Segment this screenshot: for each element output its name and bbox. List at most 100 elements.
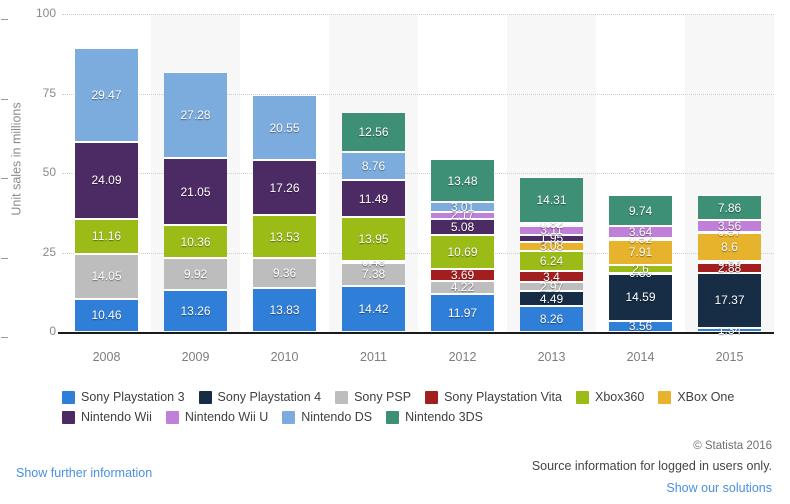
bar-segment[interactable]: 3.69: [431, 269, 494, 281]
bar-segment[interactable]: 11.49: [342, 180, 405, 217]
bar-segment-label: 10.46: [91, 308, 122, 323]
bar-segment[interactable]: 3.56: [698, 218, 761, 233]
bar-segment[interactable]: 7.86: [698, 195, 761, 221]
bar-segment[interactable]: 12.56: [342, 112, 405, 153]
legend-item[interactable]: Nintendo DS: [282, 410, 372, 424]
bar-segment[interactable]: 4.49: [520, 291, 583, 306]
bar-segment-label: 3.4: [543, 269, 560, 284]
bar-segment-label: 10.69: [447, 244, 478, 259]
bar-segment[interactable]: 9.92: [164, 258, 227, 290]
legend-item[interactable]: Sony PSP: [335, 390, 411, 404]
bar-segment[interactable]: 9.74: [609, 195, 672, 227]
bar-segment[interactable]: 3.08: [520, 240, 583, 252]
bar-segment[interactable]: 3.4: [520, 269, 583, 284]
bar-column[interactable]: 3.56 14.59 0.39 2.6 7.91 0.52 3.64 9.74: [609, 14, 672, 332]
legend-item[interactable]: Xbox360: [575, 390, 644, 404]
bar-segment-label: 13.83: [269, 303, 300, 318]
bar-segment[interactable]: 13.26: [164, 289, 227, 332]
bar-segment-label: 10.36: [180, 234, 211, 249]
bar-segment[interactable]: 13.53: [253, 215, 316, 259]
bar-segment[interactable]: 24.09: [75, 141, 138, 219]
bar-segment[interactable]: 2.97: [520, 281, 583, 293]
bar-segment[interactable]: 3.56: [609, 320, 672, 332]
bar-segment[interactable]: 9.36: [253, 258, 316, 289]
bar-segment[interactable]: 2.6: [609, 263, 672, 275]
bar-segment[interactable]: 17.26: [253, 160, 316, 216]
bar-segment[interactable]: 0.57: [698, 226, 761, 238]
legend-color-swatch: [425, 390, 439, 404]
legend-color-swatch: [198, 390, 212, 404]
x-axis-tick-label: 2010: [270, 350, 299, 364]
bar-column[interactable]: 1.34 17.37 2.88 0.83 8.6 0.57 3.56 7.86: [698, 14, 761, 336]
bar-segment[interactable]: 7.91: [609, 239, 672, 265]
bar-segment[interactable]: 4.22: [431, 280, 494, 294]
bar-segment[interactable]: 1.34: [698, 324, 761, 336]
bar-segment[interactable]: 2.17: [431, 209, 494, 221]
bar-segment-label: 29.47: [91, 88, 122, 103]
legend-item[interactable]: Sony Playstation 3: [62, 390, 185, 404]
legend-color-swatch: [386, 410, 400, 424]
bar-segment[interactable]: 14.59: [609, 274, 672, 321]
bar-segment[interactable]: 27.28: [164, 71, 227, 159]
bar-segment[interactable]: 6.24: [520, 251, 583, 272]
bar-segment[interactable]: 8.76: [342, 152, 405, 181]
bar-segment[interactable]: 21.05: [164, 158, 227, 226]
show-our-solutions-link[interactable]: Show our solutions: [666, 481, 772, 495]
legend-item[interactable]: Nintendo Wii U: [165, 410, 269, 424]
bar-segment[interactable]: 13.48: [431, 159, 494, 203]
bar-segment[interactable]: 0.83: [698, 256, 761, 268]
bar-column[interactable]: 11.97 4.22 3.69 10.69 5.08 2.17 3.01 13.48: [431, 14, 494, 332]
legend-item[interactable]: XBox One: [658, 390, 734, 404]
legend-row-secondary: Nintendo Wii Nintendo Wii U Nintendo DS Nin…: [62, 410, 774, 430]
bar-segment-label: 3.11: [540, 223, 563, 238]
bar-segment-label: 3.56: [717, 218, 742, 233]
y-axis-tick-label: 100: [1, 6, 56, 20]
bar-segment-label: 8.6: [721, 240, 738, 255]
bar-segment-label: 13.26: [180, 303, 211, 318]
legend-item-label: Sony Playstation 3: [81, 390, 185, 404]
bar-segment-label: 3.01: [450, 199, 475, 214]
bar-segment[interactable]: 3.01: [431, 199, 494, 214]
bar-segment[interactable]: 2.88: [698, 262, 761, 274]
y-axis-tick-label: 50: [1, 165, 56, 179]
bar-column[interactable]: 14.42 7.38 0.48 13.95 11.49 8.76 12.56: [342, 14, 405, 332]
bar-segment[interactable]: 8.6: [698, 233, 761, 261]
bar-column[interactable]: 13.83 9.36 13.53 17.26 20.55: [253, 14, 316, 332]
legend-item[interactable]: Nintendo Wii: [62, 410, 152, 424]
bar-segment[interactable]: 1.95: [520, 232, 583, 244]
bar-segment[interactable]: 10.69: [431, 234, 494, 269]
bar-column[interactable]: 8.26 4.49 2.97 3.4 6.24 3.08 1.95 3.11 0.82 14.31: [520, 14, 583, 332]
bar-segment[interactable]: 20.55: [253, 95, 316, 161]
plot-area: 0 25 50 75 100 10.46 14.05 11.16 24.09 29.47 2008 1…: [1, 6, 774, 364]
bar-segment[interactable]: 7.38: [342, 262, 405, 287]
show-further-information-link[interactable]: Show further information: [16, 466, 152, 480]
bar-column[interactable]: 10.46 14.05 11.16 24.09 29.47: [75, 14, 138, 332]
legend-item[interactable]: Sony Playstation Vita: [425, 390, 562, 404]
bar-segment[interactable]: 0.82: [520, 218, 583, 230]
bar-segment[interactable]: 10.36: [164, 225, 227, 259]
bar-segment-label: 4.49: [539, 291, 564, 306]
bar-segment[interactable]: 13.83: [253, 288, 316, 332]
bar-column[interactable]: 13.26 9.92 10.36 21.05 27.28: [164, 14, 227, 332]
legend-item[interactable]: Nintendo 3DS: [386, 410, 483, 424]
bar-segment[interactable]: 13.95: [342, 216, 405, 262]
bar-segment[interactable]: 3.64: [609, 226, 672, 238]
bar-segment[interactable]: 8.26: [520, 305, 583, 332]
bar-segment[interactable]: 14.05: [75, 254, 138, 299]
x-axis-tick-label: 2008: [92, 350, 121, 364]
bar-segment[interactable]: 29.47: [75, 48, 138, 142]
bar-segment[interactable]: 3.11: [520, 223, 583, 238]
bar-segment[interactable]: 5.08: [431, 218, 494, 235]
bar-segment[interactable]: 11.16: [75, 218, 138, 255]
bar-segment[interactable]: 10.46: [75, 298, 138, 332]
bar-segment[interactable]: 14.42: [342, 286, 405, 332]
bar-segment-label: 11.97: [447, 305, 478, 320]
legend-item[interactable]: Sony Playstation 4: [198, 390, 321, 404]
bar-segment[interactable]: 11.97: [431, 293, 494, 332]
chart-canvas: Unit sales in millions 0 25 50 75 100 10.46 14…: [0, 0, 790, 504]
legend-item-label: Nintendo Wii U: [184, 410, 269, 424]
y-axis-tick-mark: [1, 337, 8, 338]
bar-segment-label: 3.64: [628, 225, 653, 240]
bar-segment[interactable]: 17.37: [698, 272, 761, 328]
bar-segment[interactable]: 14.31: [520, 177, 583, 223]
